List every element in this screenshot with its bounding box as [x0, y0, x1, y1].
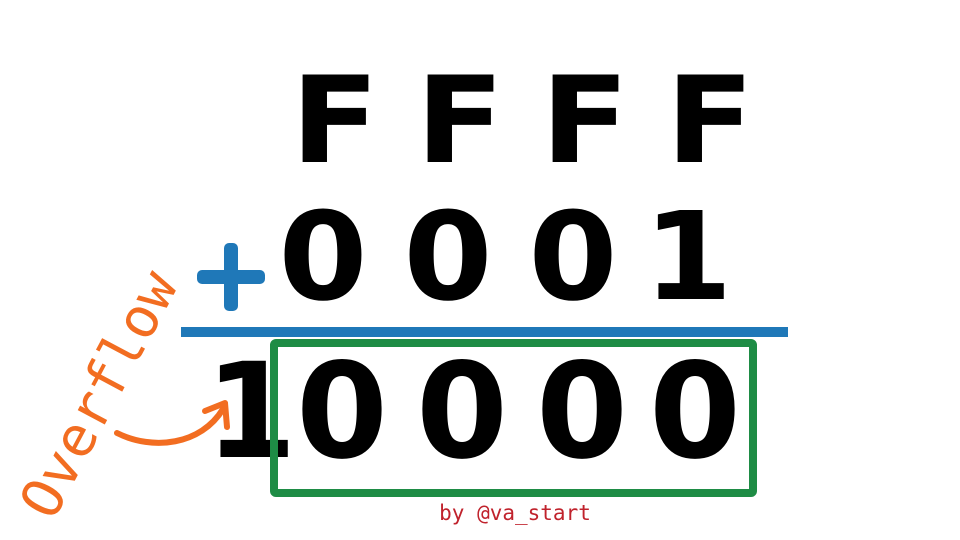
plus-bar-vertical [224, 243, 238, 311]
plus-sign [197, 243, 265, 311]
bottom-digit: 0 [528, 186, 618, 328]
bottom-digit: 0 [403, 186, 493, 328]
overflow-arrow-icon [114, 400, 230, 446]
result-digit: 0 [649, 335, 741, 489]
top-digit: F [540, 52, 630, 191]
credit-text: by @va_start [439, 501, 591, 525]
bottom-digit: 1 [643, 186, 733, 328]
top-digit: F [290, 52, 380, 191]
result-digit: 0 [536, 335, 628, 489]
top-digit: F [415, 52, 505, 191]
result-digit: 0 [296, 335, 388, 489]
bottom-digit: 0 [278, 186, 368, 328]
arrow-curve [114, 406, 226, 446]
result-digit: 0 [416, 335, 508, 489]
top-digit: F [665, 52, 755, 191]
